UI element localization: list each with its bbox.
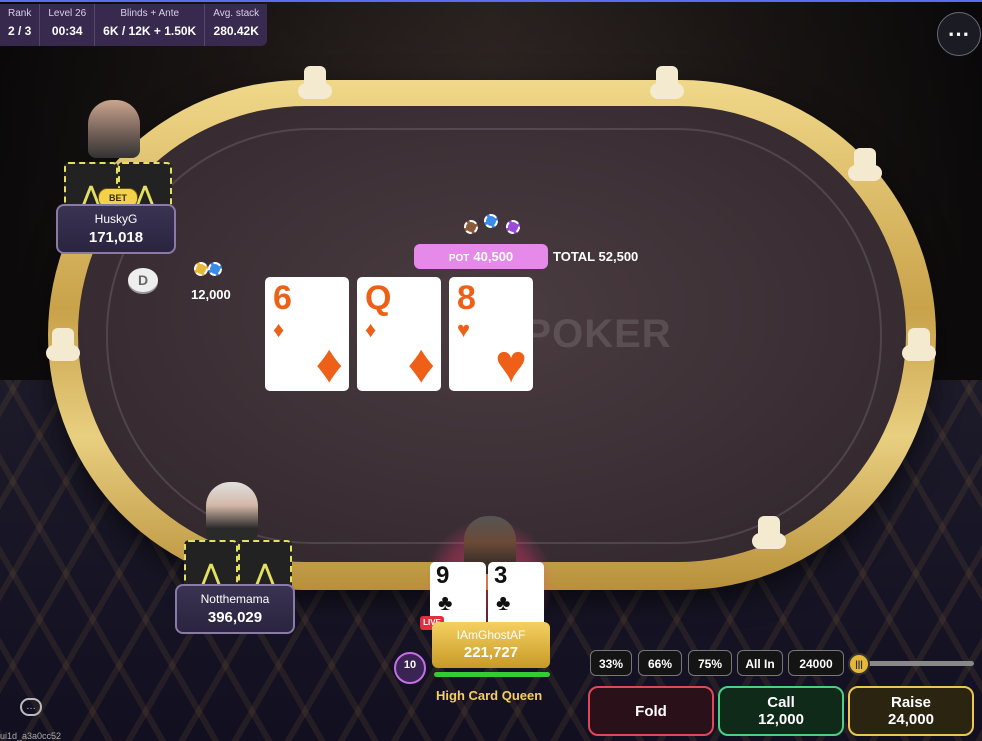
board-card: 6 ♦ ♦ — [265, 277, 349, 391]
pot-total-amount: 52,500 — [598, 249, 639, 264]
preset-all-in-button[interactable]: All In — [737, 650, 783, 676]
chat-icon[interactable]: … — [20, 698, 42, 716]
pot-label: POT — [448, 253, 470, 264]
diamond-icon: ♦ — [407, 334, 435, 394]
player-name: IAmGhostAF — [456, 628, 526, 642]
top-accent-line — [0, 0, 982, 2]
pot-amount: 40,500 — [473, 249, 514, 264]
chip-icon — [484, 214, 498, 228]
more-menu-button[interactable]: ⋯ — [937, 12, 981, 56]
preset-75-button[interactable]: 75% — [688, 650, 732, 676]
pot-total: TOTAL 52,500 — [553, 249, 638, 264]
pot-display: POT 40,500 — [414, 244, 548, 269]
tournament-stats-panel: Rank 2 / 3 Level 26 00:34 Blinds + Ante … — [0, 4, 268, 46]
raise-label: Raise — [890, 694, 932, 711]
build-id: ui1d_a3a0cc52 — [0, 731, 62, 741]
fold-button[interactable]: Fold — [588, 686, 714, 736]
card-rank: Q — [365, 279, 392, 317]
stat-level-label: Level 26 — [48, 8, 87, 19]
empty-seat[interactable] — [650, 66, 684, 106]
stat-rank-label: Rank — [8, 8, 32, 19]
call-label: Call — [767, 694, 795, 711]
card-rank: 9 — [436, 562, 450, 589]
diamond-icon: ♦ — [315, 334, 343, 394]
preset-66-button[interactable]: 66% — [638, 650, 682, 676]
stat-avg-stack-label: Avg. stack — [213, 8, 260, 19]
stat-rank: Rank 2 / 3 — [0, 4, 41, 46]
raise-slider[interactable] — [862, 661, 974, 666]
player-avatar-huskyg[interactable] — [88, 100, 140, 158]
player-stack: 171,018 — [88, 229, 144, 246]
time-bank-button[interactable]: 10 — [394, 652, 426, 684]
chip-icon — [208, 262, 222, 276]
heart-icon: ♥ — [457, 317, 471, 342]
card-rank: 3 — [494, 562, 508, 589]
chip-icon — [194, 262, 208, 276]
preset-33-button[interactable]: 33% — [590, 650, 632, 676]
empty-seat[interactable] — [902, 328, 936, 368]
chip-icon — [506, 220, 520, 234]
raise-button[interactable]: Raise 24,000 — [848, 686, 974, 736]
player-name: HuskyG — [94, 212, 138, 226]
stat-blinds-label: Blinds + Ante — [120, 8, 180, 19]
player-stack: 396,029 — [207, 609, 263, 626]
hand-strength-label: High Card Queen — [436, 688, 543, 703]
empty-seat[interactable] — [298, 66, 332, 106]
raise-amount-input[interactable]: 24000 — [788, 650, 844, 676]
player-avatar-notthemama[interactable] — [206, 482, 258, 540]
stat-avg-stack: Avg. stack 280.42K — [205, 4, 267, 46]
hero-nameplate: IAmGhostAF 221,727 — [432, 622, 550, 668]
stat-level-value: 00:34 — [51, 24, 83, 38]
raise-slider-handle[interactable]: ||| — [848, 653, 870, 675]
empty-seat[interactable] — [46, 328, 80, 368]
stat-level: Level 26 00:34 — [40, 4, 96, 46]
diamond-icon: ♦ — [365, 317, 377, 342]
player-bet-amount: 12,000 — [191, 287, 231, 302]
stat-avg-stack-value: 280.42K — [213, 24, 259, 38]
board-card: 8 ♥ ♥ — [449, 277, 533, 391]
stat-rank-value: 2 / 3 — [8, 24, 32, 38]
chip-icon — [464, 220, 478, 234]
empty-seat[interactable] — [752, 516, 786, 556]
card-rank: 8 — [457, 279, 476, 317]
club-icon: ♣ — [438, 590, 453, 615]
player-stack: 221,727 — [463, 644, 519, 661]
player-name: Notthemama — [200, 592, 270, 606]
player-nameplate-notthemama[interactable]: Notthemama 396,029 — [175, 584, 295, 634]
call-amount: 12,000 — [758, 711, 804, 728]
fold-label: Fold — [635, 702, 667, 720]
call-button[interactable]: Call 12,000 — [718, 686, 844, 736]
raise-amount: 24,000 — [888, 711, 934, 728]
player-nameplate-huskyg[interactable]: HuskyG 171,018 — [56, 204, 176, 254]
empty-seat[interactable] — [848, 148, 882, 188]
pot-total-label: TOTAL — [553, 249, 595, 264]
heart-icon: ♥ — [494, 334, 527, 394]
more-dots-icon: ⋯ — [947, 21, 971, 46]
stat-blinds: Blinds + Ante 6K / 12K + 1.50K — [95, 4, 206, 46]
hero-hole-card: 3 ♣ — [488, 562, 544, 628]
hero-time-bar — [434, 672, 550, 677]
time-bank-value: 10 — [403, 659, 417, 671]
card-rank: 6 — [273, 279, 292, 317]
dealer-button: D — [128, 268, 158, 292]
board-card: Q ♦ ♦ — [357, 277, 441, 391]
diamond-icon: ♦ — [273, 317, 285, 342]
club-icon: ♣ — [496, 590, 511, 615]
stat-blinds-value: 6K / 12K + 1.50K — [103, 24, 197, 38]
